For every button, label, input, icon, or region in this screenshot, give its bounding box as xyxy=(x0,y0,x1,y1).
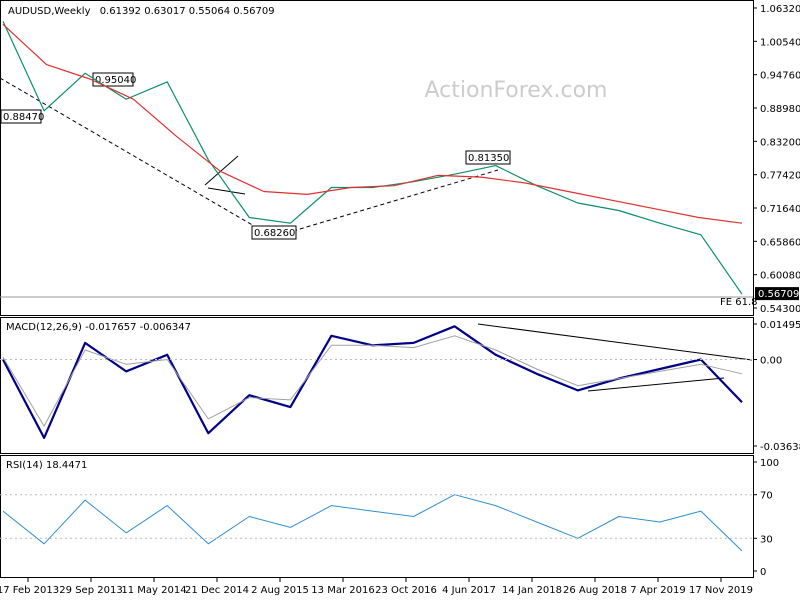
svg-text:0.81350: 0.81350 xyxy=(468,153,509,164)
price-series-1-line xyxy=(2,23,743,224)
xtick-label: 4 Jun 2017 xyxy=(442,585,496,596)
price-ytick-label: 0.88980 xyxy=(760,104,800,115)
price-panel xyxy=(0,0,754,316)
price-ytick-label: 1.06320 xyxy=(760,4,800,15)
price-ytick-label: 0.94760 xyxy=(760,71,800,82)
xtick-label: 21 Dec 2014 xyxy=(185,585,249,596)
svg-text:0.88470: 0.88470 xyxy=(3,112,44,123)
chart-title: AUDUSD,Weekly 0.61392 0.63017 0.55064 0.… xyxy=(8,6,275,17)
price-ytick-label: 0.60080 xyxy=(760,271,800,282)
last-price-label: 0.56709 xyxy=(758,289,799,300)
annotation-low-2015: 0.68260 xyxy=(251,225,297,240)
ohlc-readout: 0.61392 0.63017 0.55064 0.56709 xyxy=(100,6,275,17)
macd-series-1-line xyxy=(2,335,743,427)
fe-label: FE 61.8 xyxy=(720,297,758,308)
annotation-high-2018: 0.81350 xyxy=(465,150,511,165)
xtick-label: 14 Jan 2018 xyxy=(502,585,562,596)
price-series-0-line xyxy=(2,21,743,295)
rsi-title: RSI(14) 18.4471 xyxy=(6,460,87,471)
macd-title: MACD(12,26,9) -0.017657 -0.006347 xyxy=(6,322,191,333)
svg-text:0.68260: 0.68260 xyxy=(254,228,295,239)
chart-area: ActionForex.com AUDUSD,Weekly 0.61392 0.… xyxy=(0,0,800,596)
price-ytick-label: 0.71640 xyxy=(760,204,800,215)
xtick-label: 26 Aug 2018 xyxy=(563,585,627,596)
xtick-label: 7 Apr 2019 xyxy=(630,585,685,596)
rsi-series-0-line xyxy=(2,494,743,552)
channel-line-upper xyxy=(204,155,239,186)
rsi-ytick-label: 30 xyxy=(760,534,773,545)
trend-line-dashed xyxy=(272,169,499,238)
rsi-ytick-label: 0 xyxy=(760,567,766,578)
rsi-panel xyxy=(0,455,754,578)
price-ytick-label: 0.54300 xyxy=(760,304,800,315)
symbol-label: AUDUSD,Weekly xyxy=(8,6,91,17)
channel-line-lower xyxy=(207,187,246,195)
price-ytick-label: 0.77420 xyxy=(760,171,800,182)
price-ytick-label: 1.00540 xyxy=(760,37,800,48)
xtick-label: 11 May 2014 xyxy=(121,585,186,596)
macd-resistance-line xyxy=(477,323,753,361)
annotation-low-2013: 0.88470 xyxy=(0,109,44,124)
price-ytick-label: 0.65860 xyxy=(760,237,800,248)
xtick-label: 2 Aug 2015 xyxy=(251,585,309,596)
rsi-ytick-label: 70 xyxy=(760,491,773,502)
macd-ytick-label: -0.036389 xyxy=(760,442,800,453)
xtick-label: 17 Nov 2019 xyxy=(689,585,753,596)
rsi-ytick-label: 100 xyxy=(760,458,779,469)
macd-ytick-label: 0.014952 xyxy=(760,320,800,331)
macd-ytick-label: 0.00 xyxy=(760,356,782,367)
xtick-label: 23 Oct 2016 xyxy=(375,585,437,596)
watermark: ActionForex.com xyxy=(425,78,608,103)
price-ytick-label: 0.83200 xyxy=(760,137,800,148)
xtick-label: 29 Sep 2013 xyxy=(59,585,122,596)
xtick-label: 13 Mar 2016 xyxy=(311,585,374,596)
xtick-label: 17 Feb 2013 xyxy=(0,585,59,596)
macd-series-0-line xyxy=(2,325,743,439)
